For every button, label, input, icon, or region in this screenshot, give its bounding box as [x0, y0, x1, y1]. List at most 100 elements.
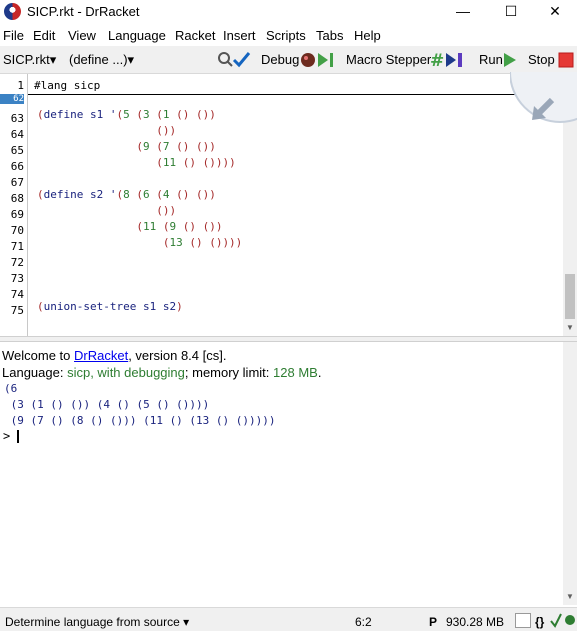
line-number: 71: [10, 240, 24, 253]
scroll-down-arrow-icon[interactable]: ▼: [566, 592, 574, 601]
code-token: (: [37, 188, 44, 201]
welcome-line: Welcome to DrRacket, version 8.4 [cs].: [2, 348, 226, 363]
close-button[interactable]: ✕: [532, 0, 577, 24]
repl-prompt: >: [3, 429, 11, 443]
cursor-position: 6:2: [355, 615, 372, 629]
text-caret: [17, 430, 19, 443]
menu-tabs[interactable]: Tabs: [316, 28, 343, 43]
code-token: (: [37, 156, 163, 169]
code-token: 9: [142, 140, 150, 153]
debug-button[interactable]: Debug: [261, 52, 299, 67]
code-line: (union-set-tree s1 s2): [37, 300, 183, 313]
status-dot-icon: [565, 615, 575, 625]
debug-icon[interactable]: [300, 51, 336, 69]
line-number: 69: [10, 208, 24, 221]
line-number: 68: [10, 192, 24, 205]
line-number: 63: [10, 112, 24, 125]
maximize-button[interactable]: ☐: [488, 0, 534, 24]
menu-help[interactable]: Help: [354, 28, 381, 43]
code-line: ()): [37, 204, 176, 217]
drracket-logo-icon: [4, 3, 21, 20]
code-token: (: [129, 188, 143, 201]
code-line: (9 (7 () ()): [37, 140, 216, 153]
code-token: define s1 ': [43, 108, 117, 121]
welcome-suffix: , version 8.4 [cs].: [128, 348, 227, 363]
code-token: 3: [142, 108, 150, 121]
svg-text:': ': [439, 53, 442, 64]
line-number-gutter: 1 62 63 64 65 66 67 68 69 70 71 72 73 74 75: [0, 74, 28, 336]
scroll-down-arrow-icon[interactable]: ▼: [566, 323, 574, 332]
macro-stepper-button[interactable]: Macro Stepper: [346, 52, 431, 67]
code-token: (: [37, 300, 44, 313]
memory-suffix: .: [317, 365, 322, 380]
menu-insert[interactable]: Insert: [223, 28, 256, 43]
code-token: define s2 ': [43, 188, 117, 201]
menu-view[interactable]: View: [68, 28, 96, 43]
code-token: () ()))): [176, 156, 236, 169]
menu-racket[interactable]: Racket: [175, 28, 215, 43]
lang-line: #lang sicp: [34, 79, 101, 92]
line-number: 1: [17, 79, 24, 92]
big-arrow-icon: [510, 72, 577, 123]
language-prefix: Language:: [2, 365, 68, 380]
menu-language[interactable]: Language: [108, 28, 166, 43]
code-token: 5: [123, 108, 130, 121]
code-token: (: [149, 108, 163, 121]
run-icon[interactable]: [502, 51, 518, 69]
code-token: 8: [123, 188, 130, 201]
line-number: 72: [10, 256, 24, 269]
code-line: (define s1 '(5 (3 (1 () ()): [37, 108, 216, 121]
code-token: 6: [142, 188, 150, 201]
macro-stepper-icon[interactable]: # ': [430, 51, 468, 69]
line-number: 64: [10, 128, 24, 141]
interactions-scrollbar[interactable]: ▼: [563, 342, 577, 605]
memory-limit: 128 MB: [273, 365, 318, 380]
output-line: (9 (7 () (8 () ())) (11 () (13 () ())))): [4, 414, 276, 427]
interactions-pane[interactable]: Welcome to DrRacket, version 8.4 [cs]. L…: [0, 342, 577, 605]
line-number: 75: [10, 304, 24, 317]
code-token: () ()): [169, 140, 216, 153]
minimize-button[interactable]: —: [440, 0, 486, 24]
code-token: (: [129, 108, 143, 121]
line-number: 62: [0, 94, 24, 104]
code-token: union-set-tree s1 s2: [43, 300, 177, 313]
menu-scripts[interactable]: Scripts: [266, 28, 306, 43]
line-number: 73: [10, 272, 24, 285]
stop-icon[interactable]: [558, 52, 574, 68]
definitions-editor[interactable]: 1 62 63 64 65 66 67 68 69 70 71 72 73 74 75 #lang sic…: [0, 74, 577, 336]
drracket-link[interactable]: DrRacket: [74, 348, 128, 363]
code-line: (13 () ()))): [37, 236, 242, 249]
code-token: (: [149, 188, 163, 201]
memory-prefix: ; memory limit:: [184, 365, 274, 380]
code-token: () ()): [169, 108, 216, 121]
line-number: 74: [10, 288, 24, 301]
svg-text:#: #: [430, 51, 444, 69]
check-syntax-icon[interactable]: [217, 51, 251, 69]
menu-file[interactable]: File: [3, 28, 24, 43]
code-token: (: [37, 236, 170, 249]
menu-edit[interactable]: Edit: [33, 28, 55, 43]
output-line: (6: [4, 382, 18, 395]
define-menu[interactable]: (define ...)▾: [69, 52, 134, 68]
code-line: (11 (9 () ()): [37, 220, 222, 233]
toolbar: SICP.rkt▾ (define ...)▾ Debug Macro Step…: [0, 46, 577, 74]
editor-scroll-thumb[interactable]: [565, 274, 575, 319]
file-selector[interactable]: SICP.rkt▾: [3, 52, 56, 68]
lang-divider: [28, 94, 564, 95]
line-number: 66: [10, 160, 24, 173]
line-number: 65: [10, 144, 24, 157]
language-line: Language: sicp, with debugging; memory l…: [2, 365, 321, 380]
welcome-prefix: Welcome to: [2, 348, 75, 363]
code-token: ()): [37, 204, 177, 217]
line-number: 67: [10, 176, 24, 189]
run-button[interactable]: Run: [479, 52, 503, 67]
online-check-icon: [550, 613, 562, 628]
memory-usage[interactable]: 930.28 MB: [446, 615, 504, 629]
stop-button[interactable]: Stop: [528, 52, 555, 67]
language-selector[interactable]: Determine language from source ▾: [5, 615, 189, 629]
code-line: (11 () ()))): [37, 156, 236, 169]
menu-bar: File Edit View Language Racket Insert Sc…: [0, 24, 577, 46]
code-line: (define s2 '(8 (6 (4 () ()): [37, 188, 216, 201]
code-token: (: [156, 220, 170, 233]
code-token: (: [149, 140, 163, 153]
